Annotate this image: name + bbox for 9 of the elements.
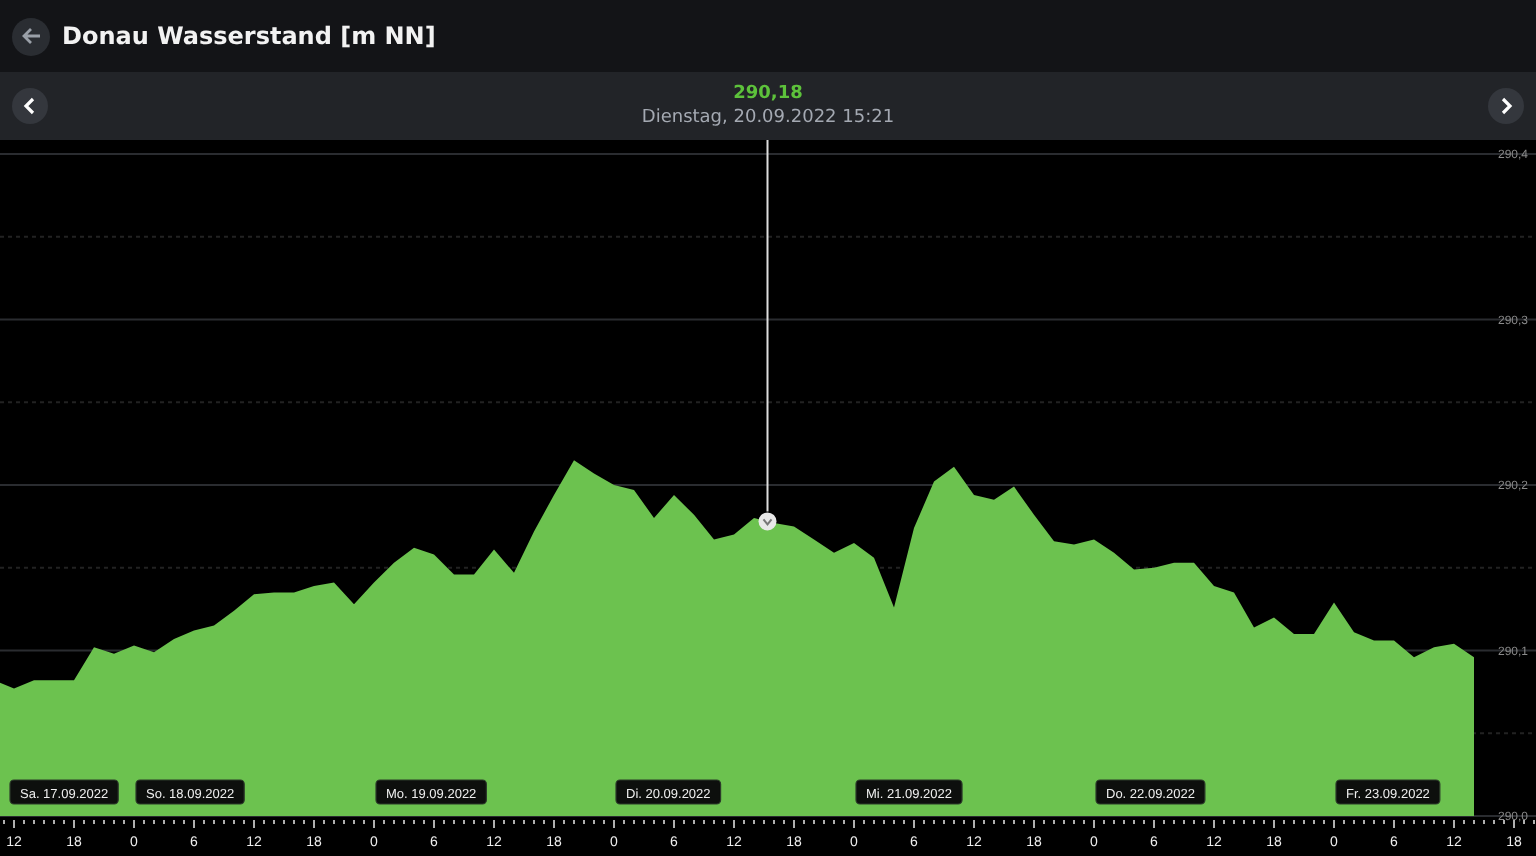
cursor-marker-icon[interactable]	[758, 512, 777, 531]
timestamp: Dienstag, 20.09.2022 15:21	[641, 108, 895, 128]
next-button[interactable]	[1487, 88, 1524, 124]
current-value: 290,18	[733, 84, 803, 104]
page-title: Donau Wasserstand [m NN]	[62, 22, 436, 50]
back-button[interactable]	[12, 17, 50, 55]
chevron-left-icon	[20, 96, 40, 116]
back-arrow-icon	[19, 24, 43, 48]
previous-button[interactable]	[12, 88, 48, 124]
